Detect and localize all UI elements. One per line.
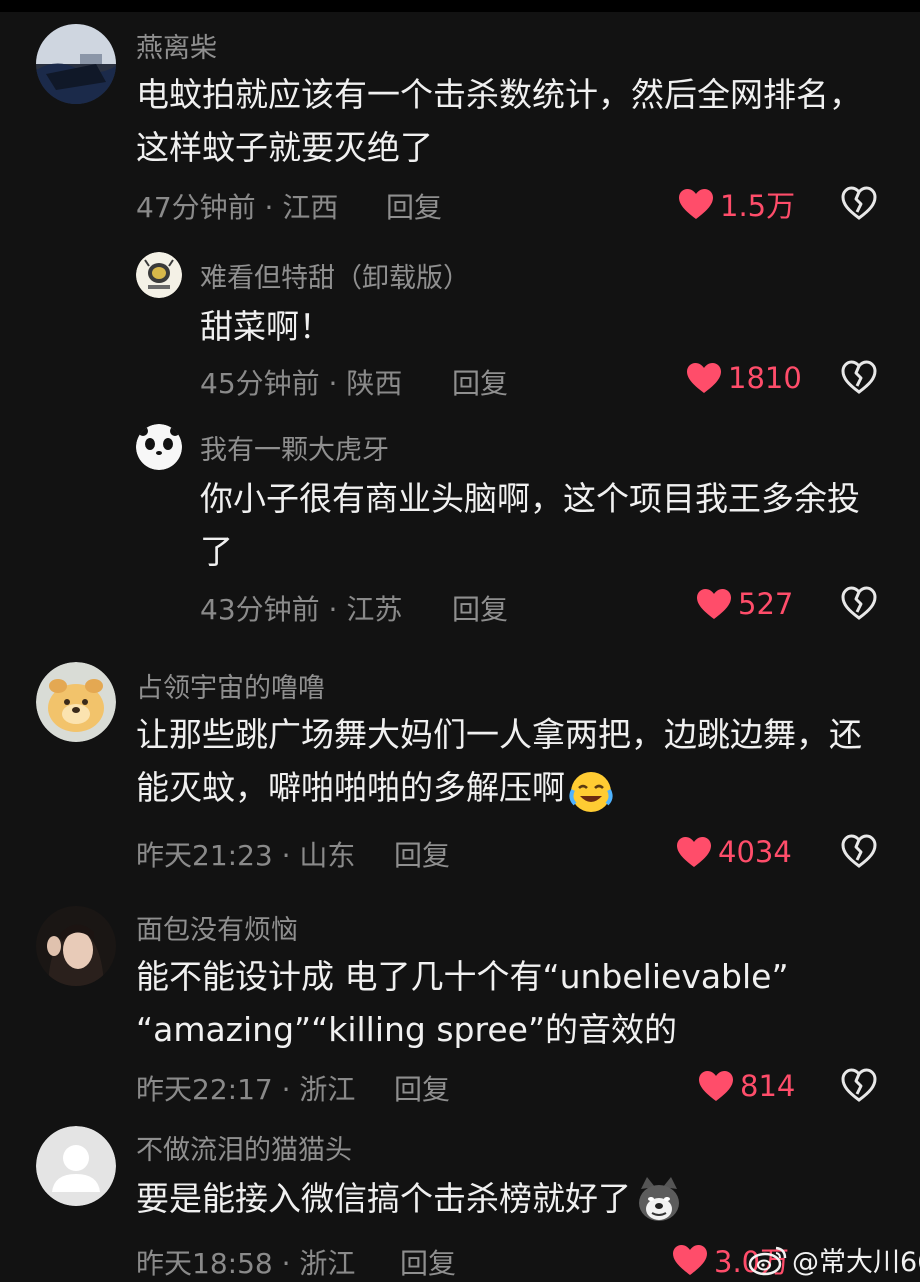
like-button[interactable]: 1.5万 — [678, 184, 795, 224]
top-edge — [0, 0, 920, 12]
comment-text-line: “amazing”“killing spree”的音效的 — [136, 1010, 678, 1049]
comment-text: 电蚊拍就应该有一个击杀数统计，然后全网排名， 这样蚊子就要灭绝了 — [136, 68, 862, 174]
comment-meta: 昨天18:58 · 浙江 — [136, 1247, 356, 1280]
comment-meta: 45分钟前 · 陕西 — [200, 367, 403, 400]
username[interactable]: 面包没有烦恼 — [136, 908, 298, 947]
dislike-icon[interactable] — [840, 358, 878, 396]
weibo-icon — [748, 1246, 787, 1275]
heart-icon — [677, 836, 711, 867]
watermark: @常大川66 — [748, 1240, 920, 1279]
like-count: 1810 — [728, 361, 802, 395]
username[interactable]: 我有一颗大虎牙 — [200, 428, 389, 467]
reply-button[interactable]: 回复 — [452, 362, 508, 402]
comment-text-line: 能不能设计成 电了几十个有“unbelievable” — [136, 957, 789, 996]
heart-icon — [673, 1244, 707, 1275]
comment-text-line: 这样蚊子就要灭绝了 — [136, 128, 433, 167]
like-button[interactable]: 814 — [698, 1066, 795, 1106]
reply-button[interactable]: 回复 — [386, 186, 442, 226]
heart-icon — [699, 1070, 733, 1101]
heart-icon — [679, 188, 713, 219]
dislike-icon[interactable] — [840, 184, 878, 222]
username[interactable]: 难看但特甜（卸载版） — [200, 256, 470, 295]
comment-text-line: 了 — [200, 532, 233, 571]
comment-text-line: 能灭蚊，噼啪啪啪的多解压啊 — [136, 761, 862, 814]
comment-text-line: 你小子很有商业头脑啊，这个项目我王多余投 — [200, 479, 860, 518]
laughing-crying-emoji — [569, 771, 613, 812]
username[interactable]: 占领宇宙的噜噜 — [136, 666, 325, 705]
comment-meta: 昨天21:23 · 山东 — [136, 839, 356, 872]
avatar[interactable] — [36, 906, 116, 986]
comment-text: 能不能设计成 电了几十个有“unbelievable” “amazing”“ki… — [136, 950, 789, 1056]
reply-button[interactable]: 回复 — [394, 834, 450, 874]
dislike-icon[interactable] — [840, 832, 878, 870]
comment-text-segment: 能灭蚊，噼啪啪啪的多解压啊 — [136, 768, 565, 807]
comment-meta: 47分钟前 · 江西 — [136, 191, 339, 224]
like-button[interactable]: 4034 — [676, 832, 792, 872]
username[interactable]: 燕离柴 — [136, 26, 217, 65]
avatar[interactable] — [36, 1126, 116, 1206]
comment-meta: 43分钟前 · 江苏 — [200, 593, 403, 626]
reply-button[interactable]: 回复 — [394, 1068, 450, 1108]
comment-text-line: 电蚊拍就应该有一个击杀数统计，然后全网排名， — [136, 75, 862, 114]
avatar[interactable] — [36, 24, 116, 104]
heart-icon — [687, 362, 721, 393]
reply-button[interactable]: 回复 — [400, 1242, 456, 1282]
comment-text-line: 让那些跳广场舞大妈们一人拿两把，边跳边舞，还 — [136, 715, 862, 754]
comment-meta: 昨天22:17 · 浙江 — [136, 1073, 356, 1106]
like-count: 527 — [738, 587, 794, 621]
avatar[interactable] — [136, 424, 182, 470]
doge-emoji — [639, 1176, 679, 1221]
comment-text-line: 甜菜啊！ — [200, 307, 332, 346]
comment-text: 甜菜啊！ — [200, 300, 332, 353]
like-count: 814 — [740, 1069, 796, 1103]
username[interactable]: 不做流泪的猫猫头 — [136, 1128, 352, 1167]
dislike-icon[interactable] — [840, 1066, 878, 1104]
comment-text-segment: 要是能接入微信搞个击杀榜就好了 — [136, 1179, 631, 1218]
comment-text: 让那些跳广场舞大妈们一人拿两把，边跳边舞，还 能灭蚊，噼啪啪啪的多解压啊 — [136, 708, 862, 814]
like-count: 4034 — [718, 835, 792, 869]
avatar[interactable] — [36, 662, 116, 742]
reply-button[interactable]: 回复 — [452, 588, 508, 628]
like-button[interactable]: 527 — [696, 584, 793, 624]
avatar[interactable] — [136, 252, 182, 298]
dislike-icon[interactable] — [840, 584, 878, 622]
comment-text: 你小子很有商业头脑啊，这个项目我王多余投 了 — [200, 472, 860, 578]
heart-icon — [697, 588, 731, 619]
watermark-text: @常大川66 — [792, 1247, 920, 1278]
comment-text: 要是能接入微信搞个击杀榜就好了 — [136, 1172, 685, 1227]
like-button[interactable]: 1810 — [686, 358, 802, 398]
comment-text-line: 要是能接入微信搞个击杀榜就好了 — [136, 1172, 685, 1227]
like-count: 1.5万 — [720, 189, 796, 223]
